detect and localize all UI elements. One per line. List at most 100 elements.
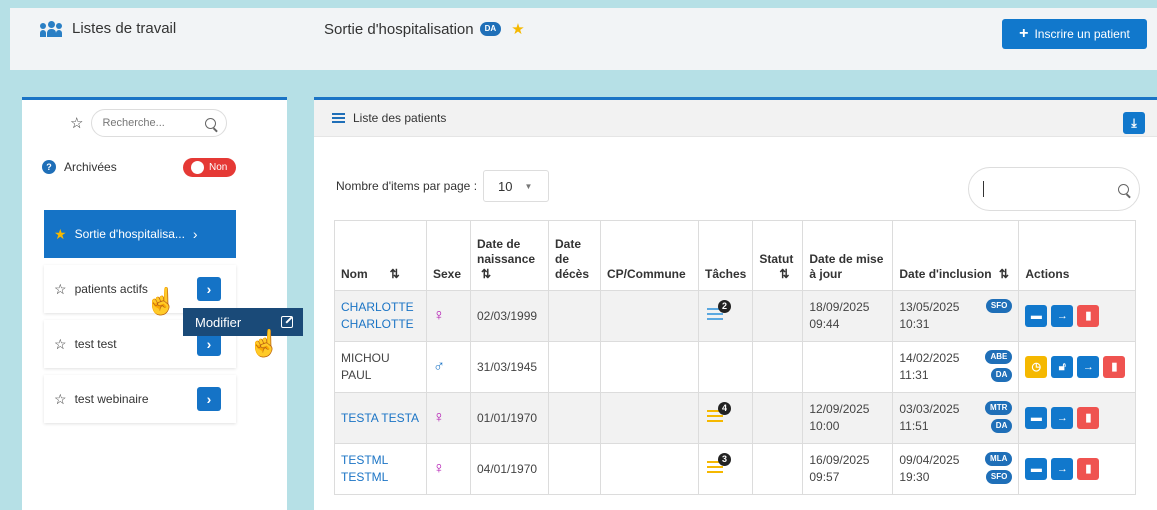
table-row: TESTML TESTML ♀ 04/01/1970 3 16/09/2025 …: [334, 443, 1136, 495]
delete-button[interactable]: ▮: [1077, 407, 1100, 429]
star-outline-icon[interactable]: ☆: [54, 391, 67, 408]
tasks-icon[interactable]: 4: [705, 401, 731, 428]
tasks-count: 4: [718, 401, 731, 415]
clock-button[interactable]: ◷: [1025, 356, 1048, 378]
tag-badge: MLA: [985, 452, 1013, 466]
table-search-input[interactable]: [968, 167, 1140, 211]
items-per-page-value: 10: [498, 178, 513, 194]
column-header-inclusion[interactable]: Date d'inclusion ⇅: [892, 220, 1020, 291]
sidebar-search-row: ☆: [70, 109, 228, 137]
inclusion-cell: 09/04/2025 19:30 MLA SFO: [899, 452, 1013, 486]
dob-cell: 01/01/1970: [470, 392, 549, 444]
table-row: MICHOU PAUL ♂ 31/03/1945 14/02/2025 11:3…: [334, 341, 1136, 393]
panel-title: Liste des patients: [353, 111, 447, 125]
table-header-row: Nom ⇅ Sexe Date de naissance ⇅ Date de dé…: [334, 220, 1136, 291]
status-cell: [752, 341, 804, 393]
sidebar-item-test-webinaire[interactable]: ☆ test webinaire ›: [44, 375, 236, 423]
updated-cell: 18/09/2025 09:44: [802, 290, 894, 342]
arrow-right-button[interactable]: →: [1051, 458, 1074, 480]
male-icon: ♂: [433, 358, 445, 375]
items-per-page-row: Nombre d'items par page : 10 ▼: [336, 170, 550, 202]
tag-badge: SFO: [985, 299, 1013, 313]
edit-tooltip[interactable]: Modifier: [183, 308, 303, 336]
column-header-nom[interactable]: Nom ⇅: [334, 220, 427, 291]
download-button[interactable]: ⤓: [1123, 112, 1145, 134]
top-bar: Listes de travail Sortie d'hospitalisati…: [10, 8, 1157, 70]
patient-name-link[interactable]: CHARLOTTE CHARLOTTE: [341, 300, 414, 331]
sidebar-item-patients-actifs[interactable]: ☆ patients actifs ›: [44, 265, 236, 313]
sidebar-search-input[interactable]: [102, 117, 193, 129]
dob-cell: 31/03/1945: [470, 341, 549, 393]
star-outline-icon[interactable]: ☆: [54, 281, 67, 298]
open-list-button[interactable]: ›: [197, 277, 221, 301]
folder-button[interactable]: ▬: [1025, 305, 1048, 327]
add-patient-button[interactable]: + Inscrire un patient: [1002, 19, 1147, 49]
search-icon[interactable]: [205, 117, 217, 129]
star-outline-icon[interactable]: ☆: [54, 336, 67, 353]
star-filled-icon[interactable]: ★: [54, 226, 67, 243]
cp-cell: [600, 341, 699, 393]
search-icon[interactable]: [1118, 183, 1129, 195]
patient-name-link[interactable]: TESTML TESTML: [341, 453, 388, 484]
female-icon: ♀: [433, 307, 445, 324]
tag-badge: ABE: [985, 350, 1013, 364]
sidebar-item-sortie[interactable]: ★ Sortie d'hospitalisa... ›: [44, 210, 236, 258]
open-list-button[interactable]: ›: [197, 387, 221, 411]
table-row: CHARLOTTE CHARLOTTE ♀ 02/03/1999 2 18/09…: [334, 290, 1136, 342]
archived-toggle[interactable]: Non: [183, 158, 236, 177]
edit-icon[interactable]: [281, 316, 293, 328]
column-header-cp: CP/Commune: [600, 220, 699, 291]
toggle-knob: [191, 161, 204, 174]
column-header-dod: Date de décès: [548, 220, 601, 291]
hand-cursor-icon: ☝: [145, 286, 178, 316]
patient-name[interactable]: MICHOU PAUL: [334, 341, 427, 393]
inclusion-cell: 14/02/2025 11:31 ABE DA: [899, 350, 1013, 384]
inclusion-cell: 03/03/2025 11:51 MTR DA: [899, 401, 1013, 435]
tasks-icon[interactable]: 3: [705, 452, 731, 479]
tag-badge: DA: [990, 368, 1013, 382]
archived-label: Archivées: [64, 160, 117, 174]
plus-icon: +: [1019, 25, 1029, 42]
page-title-group: Sortie d'hospitalisation DA ★: [324, 20, 525, 39]
tasks-count: 2: [718, 299, 731, 313]
dod-cell: [548, 392, 601, 444]
tasks-count: 3: [718, 452, 731, 466]
help-icon[interactable]: ?: [42, 160, 56, 174]
sidebar-item-label: test test: [74, 337, 117, 351]
column-header-maj: Date de mise à jour: [802, 220, 894, 291]
page-badge: DA: [479, 22, 502, 36]
delete-button[interactable]: ▮: [1103, 356, 1126, 378]
list-icon: [332, 113, 345, 123]
delete-button[interactable]: ▮: [1077, 305, 1100, 327]
inclusion-date: 09/04/2025 19:30: [899, 453, 960, 484]
delete-button[interactable]: ▮: [1077, 458, 1100, 480]
favorites-filter-star-icon[interactable]: ☆: [70, 114, 83, 132]
column-header-dob[interactable]: Date de naissance ⇅: [470, 220, 549, 291]
arrow-right-button[interactable]: →: [1051, 407, 1074, 429]
sidebar-search-box[interactable]: [91, 109, 228, 137]
dob-cell: 04/01/1970: [470, 443, 549, 495]
female-icon: ♀: [433, 409, 445, 426]
arrow-right-button[interactable]: →: [1051, 305, 1074, 327]
cp-cell: [600, 392, 699, 444]
folder-button[interactable]: ▬: [1025, 458, 1048, 480]
folder-button[interactable]: ▬: [1025, 407, 1048, 429]
dod-cell: [548, 341, 601, 393]
page-title: Sortie d'hospitalisation: [324, 20, 474, 38]
favorite-star-icon[interactable]: ★: [511, 20, 524, 38]
items-per-page-select[interactable]: 10 ▼: [483, 170, 550, 202]
arrow-right-button[interactable]: →: [1077, 356, 1100, 378]
panel-header: Liste des patients ⤓: [314, 100, 1157, 137]
cp-cell: [600, 290, 699, 342]
cp-cell: [600, 443, 699, 495]
tasks-icon[interactable]: 2: [705, 299, 731, 326]
column-header-statut[interactable]: Statut ⇅: [752, 220, 804, 291]
patient-name-link[interactable]: TESTA TESTA: [341, 411, 419, 425]
inclusion-date: 13/05/2025 10:31: [899, 300, 960, 331]
archived-row: ? Archivées Non: [42, 158, 242, 177]
unlock-button[interactable]: 🔓︎: [1051, 356, 1074, 378]
tag-badge: SFO: [985, 470, 1013, 484]
column-header-actions: Actions: [1018, 220, 1136, 291]
table-row: TESTA TESTA ♀ 01/01/1970 4 12/09/2025 10…: [334, 392, 1136, 444]
patient-list-panel: Liste des patients ⤓ Nombre d'items par …: [314, 97, 1157, 510]
